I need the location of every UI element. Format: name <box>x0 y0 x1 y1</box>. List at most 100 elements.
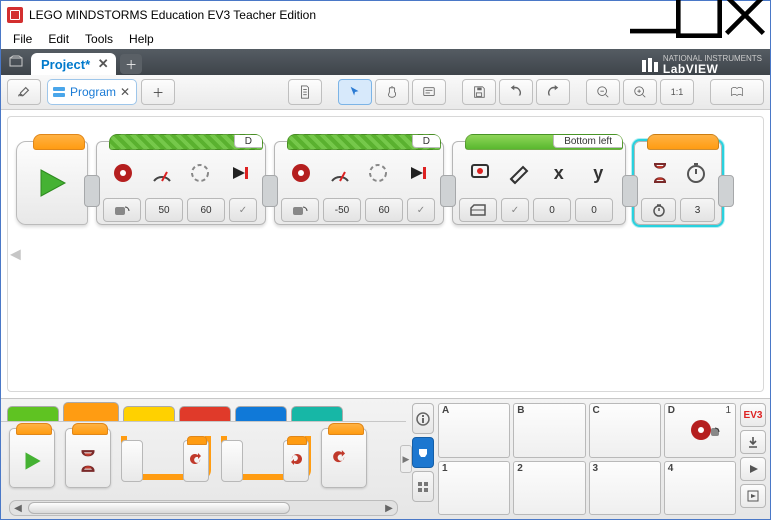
mode-selector[interactable] <box>459 198 497 222</box>
port-selector[interactable]: D <box>234 135 262 148</box>
x-label-icon: x <box>542 155 576 191</box>
power-value[interactable]: -50 <box>323 198 361 222</box>
brand-product: LabVIEW <box>663 63 762 75</box>
display-block[interactable]: Bottom left x y ✓ 0 0 <box>452 141 626 225</box>
y-label-icon: y <box>582 155 616 191</box>
palette-tab-action[interactable] <box>7 406 59 421</box>
zoom-in-button[interactable] <box>623 79 657 105</box>
save-button[interactable] <box>462 79 496 105</box>
run-selected-button[interactable] <box>740 484 766 508</box>
maximize-button[interactable] <box>676 1 722 29</box>
minimize-button[interactable] <box>630 1 676 29</box>
menu-edit[interactable]: Edit <box>40 30 77 48</box>
content-editor-button[interactable] <box>710 79 764 105</box>
project-tab-label: Project* <box>41 57 90 72</box>
port-c[interactable]: C <box>589 403 661 458</box>
start-block[interactable] <box>16 141 88 225</box>
mode-selector[interactable] <box>103 198 141 222</box>
display-file-label[interactable]: Bottom left <box>553 135 622 148</box>
window-title: LEGO MINDSTORMS Education EV3 Teacher Ed… <box>29 8 630 22</box>
available-bricks-tab[interactable] <box>412 471 434 502</box>
zoom-out-button[interactable] <box>586 79 620 105</box>
port-b[interactable]: B <box>513 403 585 458</box>
palette-switch-block[interactable] <box>221 428 311 486</box>
undo-button[interactable] <box>499 79 533 105</box>
y-value[interactable]: 0 <box>575 198 613 222</box>
ev3-badge: EV3 <box>740 403 766 427</box>
mode-selector[interactable] <box>641 198 676 222</box>
menu-tools[interactable]: Tools <box>77 30 121 48</box>
clear-value[interactable]: ✓ <box>501 198 529 222</box>
palette-tab-advanced[interactable] <box>235 406 287 421</box>
palette-expand-button[interactable]: ▶ <box>400 445 412 473</box>
palette <box>1 421 406 500</box>
beam-connector <box>622 175 638 207</box>
close-project-icon[interactable]: ✕ <box>96 57 110 71</box>
palette-tab-flow[interactable] <box>63 402 119 421</box>
palette-start-block[interactable] <box>9 428 55 488</box>
port-selector[interactable]: D <box>412 135 440 148</box>
close-program-icon[interactable]: ✕ <box>120 85 130 99</box>
power-icon <box>324 155 357 191</box>
project-properties-button[interactable] <box>7 79 41 105</box>
port-1[interactable]: 1 <box>438 461 510 516</box>
rotations-value[interactable]: 60 <box>365 198 403 222</box>
download-button[interactable] <box>740 430 766 454</box>
canvas-nav-left-icon[interactable]: ◀ <box>10 246 21 263</box>
seconds-value[interactable]: 3 <box>680 198 715 222</box>
palette-panel: ◀ ▶ ▶ <box>1 399 406 519</box>
palette-interrupt-block[interactable] <box>321 428 367 488</box>
titlebar: LEGO MINDSTORMS Education EV3 Teacher Ed… <box>1 1 770 29</box>
medium-motor-block-1[interactable]: D 50 60 ✓ <box>96 141 266 225</box>
lobby-icon[interactable] <box>1 49 31 75</box>
app-icon <box>7 7 23 23</box>
scroll-right-icon[interactable]: ▶ <box>382 501 396 515</box>
wait-block[interactable]: 3 <box>634 141 722 225</box>
zoom-reset-button[interactable]: 1:1 <box>660 79 694 105</box>
port-a[interactable]: A <box>438 403 510 458</box>
menu-help[interactable]: Help <box>121 30 162 48</box>
port-3[interactable]: 3 <box>589 461 661 516</box>
run-button[interactable] <box>740 457 766 481</box>
port-d[interactable]: D 1 <box>664 403 736 458</box>
power-icon <box>146 155 179 191</box>
close-button[interactable] <box>722 1 768 29</box>
medium-motor-block-2[interactable]: D -50 60 ✓ <box>274 141 444 225</box>
scroll-left-icon[interactable]: ◀ <box>11 501 25 515</box>
document-button[interactable] <box>288 79 322 105</box>
rotations-value[interactable]: 60 <box>187 198 225 222</box>
brick-info-tab[interactable] <box>412 403 434 434</box>
pan-tool-button[interactable] <box>375 79 409 105</box>
project-tab[interactable]: Project* ✕ <box>31 53 116 75</box>
palette-tab-data[interactable] <box>179 406 231 421</box>
hardware-view-tabs <box>412 403 434 515</box>
palette-tab-sensor[interactable] <box>123 406 175 421</box>
port-4[interactable]: 4 <box>664 461 736 516</box>
ni-logo-icon <box>641 57 659 73</box>
brake-value[interactable]: ✓ <box>407 198 435 222</box>
add-program-button[interactable]: ＋ <box>141 79 175 105</box>
palette-loop-block[interactable] <box>121 428 211 486</box>
display-icon <box>463 155 497 191</box>
brake-value[interactable]: ✓ <box>229 198 257 222</box>
canvas[interactable]: ◀ D <box>1 110 770 398</box>
add-project-button[interactable]: ＋ <box>120 54 142 74</box>
power-value[interactable]: 50 <box>145 198 183 222</box>
program-tab[interactable]: Program ✕ <box>47 79 137 105</box>
comment-tool-button[interactable] <box>412 79 446 105</box>
motor-icon <box>107 155 140 191</box>
scroll-thumb[interactable] <box>28 502 290 514</box>
x-value[interactable]: 0 <box>533 198 571 222</box>
palette-tab-myblocks[interactable] <box>291 406 343 421</box>
clear-icon <box>503 155 537 191</box>
mode-selector[interactable] <box>281 198 319 222</box>
palette-scrollbar[interactable]: ◀ ▶ <box>9 500 398 516</box>
program-tab-label: Program <box>70 85 116 99</box>
port-view-tab[interactable] <box>412 437 434 468</box>
redo-button[interactable] <box>536 79 570 105</box>
menu-file[interactable]: File <box>5 30 40 48</box>
port-2[interactable]: 2 <box>513 461 585 516</box>
palette-wait-block[interactable] <box>65 428 111 488</box>
download-controls: EV3 <box>740 403 766 515</box>
pointer-tool-button[interactable] <box>338 79 372 105</box>
